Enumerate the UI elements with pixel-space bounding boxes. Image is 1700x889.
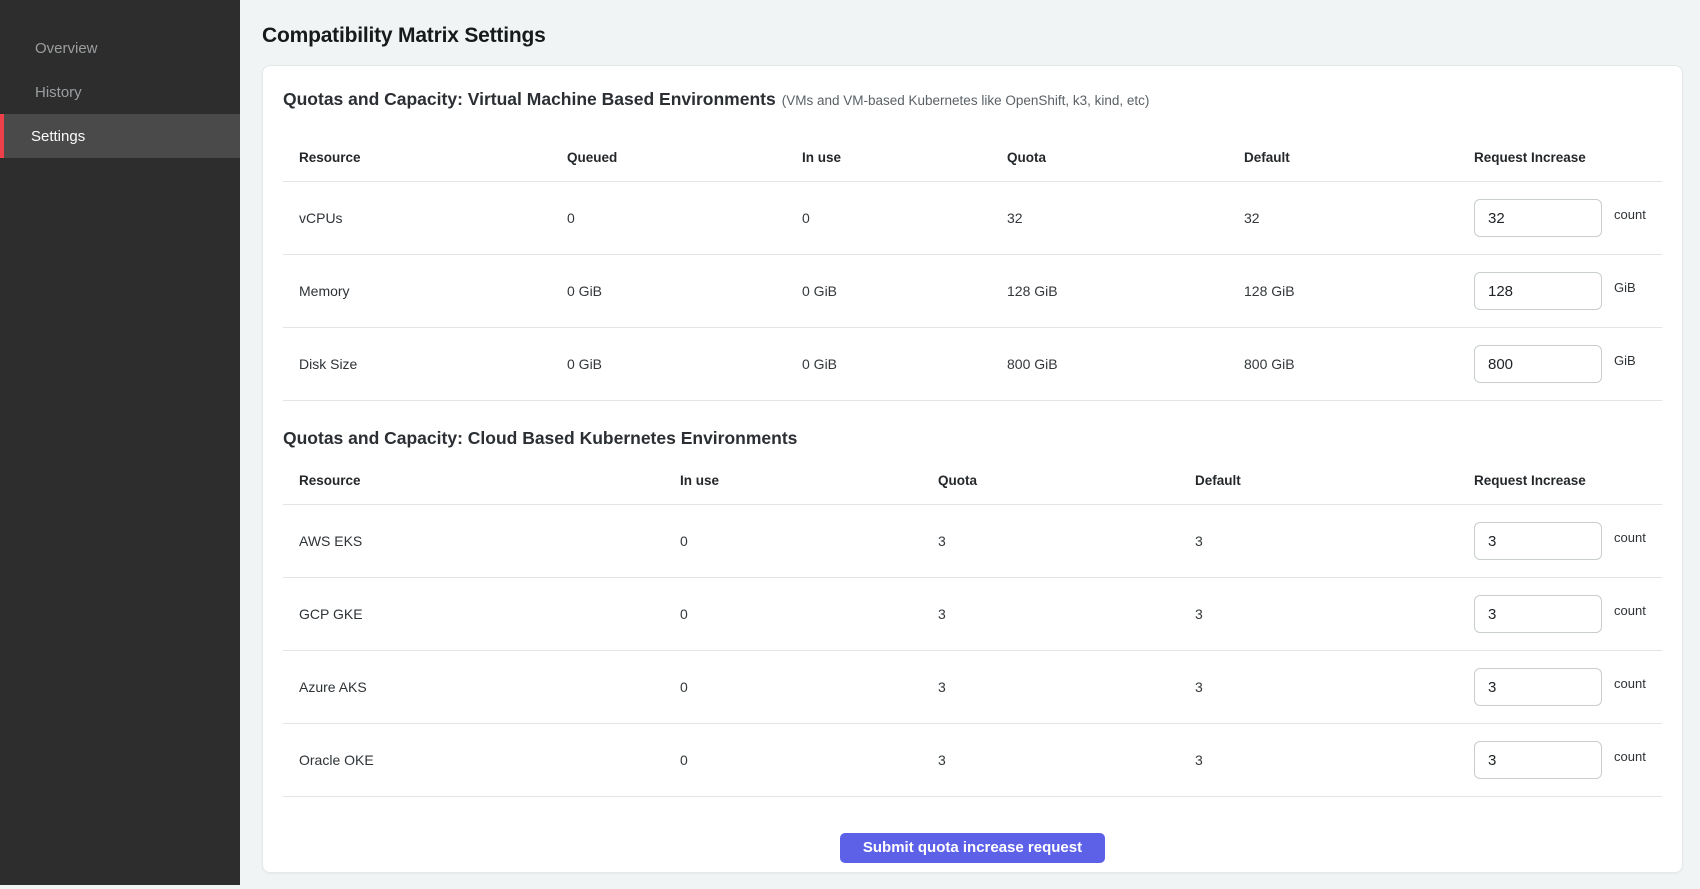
sidebar-item-label: Settings <box>31 128 85 145</box>
cell-resource: Disk Size <box>283 356 567 372</box>
column-header-request-increase: Request Increase <box>1474 150 1662 181</box>
vm-section-subheading: (VMs and VM-based Kubernetes like OpenSh… <box>782 93 1150 108</box>
table-row-aws-eks: AWS EKS 0 3 3 count <box>283 505 1662 578</box>
cell-request-increase: count <box>1474 668 1662 706</box>
column-header-queued: Queued <box>567 150 802 181</box>
cell-default: 3 <box>1195 533 1474 549</box>
unit-label: count <box>1614 530 1646 545</box>
cell-quota: 3 <box>938 533 1195 549</box>
cell-quota: 3 <box>938 679 1195 695</box>
quotas-card: Quotas and Capacity: Virtual Machine Bas… <box>262 65 1683 873</box>
column-header-default: Default <box>1244 150 1474 181</box>
cell-in-use: 0 <box>680 679 938 695</box>
submit-quota-increase-button[interactable]: Submit quota increase request <box>840 833 1105 863</box>
column-header-quota: Quota <box>1007 150 1244 181</box>
table-row-disk-size: Disk Size 0 GiB 0 GiB 800 GiB 800 GiB Gi… <box>283 328 1662 401</box>
cell-quota: 128 GiB <box>1007 283 1244 299</box>
disk-size-request-increase-input[interactable] <box>1474 345 1602 383</box>
cell-request-increase: GiB <box>1474 272 1662 310</box>
cell-in-use: 0 <box>680 606 938 622</box>
column-header-in-use: In use <box>680 473 938 504</box>
app-window: Overview History Settings Compatibility … <box>0 0 1700 889</box>
cell-queued: 0 GiB <box>567 283 802 299</box>
cell-default: 128 GiB <box>1244 283 1474 299</box>
unit-label: count <box>1614 603 1646 618</box>
cell-in-use: 0 <box>680 752 938 768</box>
table-row-azure-aks: Azure AKS 0 3 3 count <box>283 651 1662 724</box>
cell-queued: 0 <box>567 210 802 226</box>
table-row-memory: Memory 0 GiB 0 GiB 128 GiB 128 GiB GiB <box>283 255 1662 328</box>
cell-resource: Azure AKS <box>283 679 680 695</box>
table-row-gcp-gke: GCP GKE 0 3 3 count <box>283 578 1662 651</box>
cell-resource: vCPUs <box>283 210 567 226</box>
column-header-request-increase: Request Increase <box>1474 473 1662 504</box>
cell-request-increase: count <box>1474 741 1662 779</box>
unit-label: GiB <box>1614 280 1636 295</box>
cell-request-increase: GiB <box>1474 345 1662 383</box>
cell-default: 3 <box>1195 679 1474 695</box>
table-row-vcpus: vCPUs 0 0 32 32 count <box>283 182 1662 255</box>
cloud-section-heading-text: Quotas and Capacity: Cloud Based Kuberne… <box>283 428 797 448</box>
cell-default: 800 GiB <box>1244 356 1474 372</box>
vm-table-header: Resource Queued In use Quota Default Req… <box>283 112 1662 182</box>
sidebar-nav: Overview History Settings <box>0 26 240 158</box>
azure-aks-request-increase-input[interactable] <box>1474 668 1602 706</box>
vm-section-heading: Quotas and Capacity: Virtual Machine Bas… <box>283 88 1662 112</box>
cell-in-use: 0 <box>802 210 1007 226</box>
memory-request-increase-input[interactable] <box>1474 272 1602 310</box>
sidebar-item-settings[interactable]: Settings <box>0 114 240 158</box>
cell-quota: 800 GiB <box>1007 356 1244 372</box>
cell-in-use: 0 <box>680 533 938 549</box>
cell-default: 3 <box>1195 606 1474 622</box>
sidebar-item-overview[interactable]: Overview <box>0 26 240 70</box>
column-header-default: Default <box>1195 473 1474 504</box>
column-header-in-use: In use <box>802 150 1007 181</box>
unit-label: count <box>1614 207 1646 222</box>
oracle-oke-request-increase-input[interactable] <box>1474 741 1602 779</box>
main-content: Compatibility Matrix Settings Quotas and… <box>240 0 1700 889</box>
sidebar-item-label: Overview <box>35 40 98 57</box>
cell-request-increase: count <box>1474 595 1662 633</box>
vcpus-request-increase-input[interactable] <box>1474 199 1602 237</box>
cell-resource: Oracle OKE <box>283 752 680 768</box>
cell-resource: GCP GKE <box>283 606 680 622</box>
table-row-oracle-oke: Oracle OKE 0 3 3 count <box>283 724 1662 797</box>
vm-section-heading-text: Quotas and Capacity: Virtual Machine Bas… <box>283 89 776 109</box>
cell-default: 32 <box>1244 210 1474 226</box>
cell-request-increase: count <box>1474 199 1662 237</box>
column-header-resource: Resource <box>283 150 567 181</box>
cloud-table-header: Resource In use Quota Default Request In… <box>283 449 1662 505</box>
page-title: Compatibility Matrix Settings <box>262 24 1683 48</box>
unit-label: count <box>1614 749 1646 764</box>
cell-default: 3 <box>1195 752 1474 768</box>
cloud-section-heading: Quotas and Capacity: Cloud Based Kuberne… <box>283 427 1662 449</box>
card-footer: Submit quota increase request <box>283 833 1662 863</box>
column-header-quota: Quota <box>938 473 1195 504</box>
cell-resource: AWS EKS <box>283 533 680 549</box>
column-header-resource: Resource <box>283 473 680 504</box>
cell-queued: 0 GiB <box>567 356 802 372</box>
cell-resource: Memory <box>283 283 567 299</box>
sidebar-item-label: History <box>35 84 82 101</box>
cell-in-use: 0 GiB <box>802 283 1007 299</box>
aws-eks-request-increase-input[interactable] <box>1474 522 1602 560</box>
cell-quota: 3 <box>938 752 1195 768</box>
unit-label: GiB <box>1614 353 1636 368</box>
gcp-gke-request-increase-input[interactable] <box>1474 595 1602 633</box>
cell-request-increase: count <box>1474 522 1662 560</box>
cell-quota: 3 <box>938 606 1195 622</box>
unit-label: count <box>1614 676 1646 691</box>
cell-in-use: 0 GiB <box>802 356 1007 372</box>
sidebar-item-history[interactable]: History <box>0 70 240 114</box>
sidebar: Overview History Settings <box>0 0 240 885</box>
cell-quota: 32 <box>1007 210 1244 226</box>
